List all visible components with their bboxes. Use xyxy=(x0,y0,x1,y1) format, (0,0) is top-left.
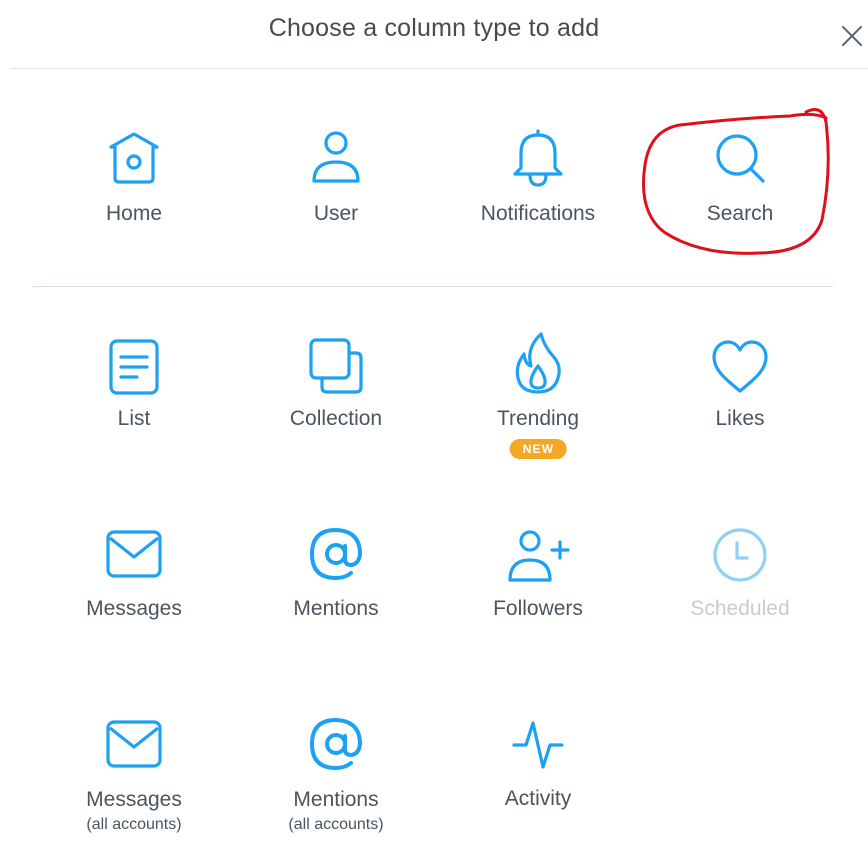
column-type-activity[interactable]: Activity xyxy=(438,710,638,860)
column-label: Home xyxy=(105,202,163,225)
heart-icon xyxy=(712,340,768,393)
column-label: Mentions xyxy=(293,597,379,620)
column-label: Messages xyxy=(86,788,182,811)
column-label: Scheduled xyxy=(690,597,790,620)
column-type-messages-all-accounts[interactable]: Messages (all accounts) xyxy=(34,710,234,860)
column-type-list[interactable]: List xyxy=(34,330,234,480)
column-type-followers[interactable]: Followers xyxy=(438,520,638,670)
column-label: Notifications xyxy=(480,202,596,225)
column-label: Messages xyxy=(86,597,182,620)
close-icon[interactable] xyxy=(838,22,866,50)
column-label: Collection xyxy=(289,407,383,430)
column-type-home[interactable]: Home xyxy=(34,120,234,270)
bell-icon xyxy=(513,129,563,187)
at-icon xyxy=(309,527,363,581)
column-label: Trending xyxy=(496,407,580,430)
column-label: User xyxy=(313,202,359,225)
column-label: Likes xyxy=(715,407,765,430)
column-type-likes[interactable]: Likes xyxy=(640,330,840,480)
column-type-user[interactable]: User xyxy=(236,120,436,270)
dialog-header: Choose a column type to add xyxy=(0,0,868,68)
column-type-trending[interactable]: Trending NEW xyxy=(438,330,638,480)
collection-icon xyxy=(309,338,363,394)
dialog-title: Choose a column type to add xyxy=(268,14,600,42)
at-icon xyxy=(309,717,363,771)
flame-icon xyxy=(515,332,561,394)
column-type-scheduled: Scheduled xyxy=(640,520,840,670)
user-plus-icon xyxy=(508,530,570,582)
section-divider xyxy=(33,286,833,287)
header-divider xyxy=(10,68,868,69)
column-type-notifications[interactable]: Notifications xyxy=(438,120,638,270)
search-icon xyxy=(716,134,765,183)
column-label: Followers xyxy=(493,597,583,620)
column-sublabel: (all accounts) xyxy=(86,816,182,833)
clock-icon xyxy=(713,528,767,582)
activity-icon xyxy=(512,721,564,769)
column-type-search[interactable]: Search xyxy=(640,120,840,270)
column-type-messages[interactable]: Messages xyxy=(34,520,234,670)
column-type-mentions-all-accounts[interactable]: Mentions (all accounts) xyxy=(236,710,436,860)
column-label: Search xyxy=(706,202,774,225)
column-label: Mentions xyxy=(293,788,379,811)
home-icon xyxy=(109,132,159,184)
list-icon xyxy=(109,339,159,395)
envelope-icon xyxy=(106,720,162,768)
new-badge: NEW xyxy=(509,439,567,459)
column-label: Activity xyxy=(504,787,572,810)
user-icon xyxy=(312,131,360,183)
column-type-collection[interactable]: Collection xyxy=(236,330,436,480)
column-type-mentions[interactable]: Mentions xyxy=(236,520,436,670)
column-sublabel: (all accounts) xyxy=(288,816,384,833)
envelope-icon xyxy=(106,530,162,578)
column-label: List xyxy=(117,407,151,430)
